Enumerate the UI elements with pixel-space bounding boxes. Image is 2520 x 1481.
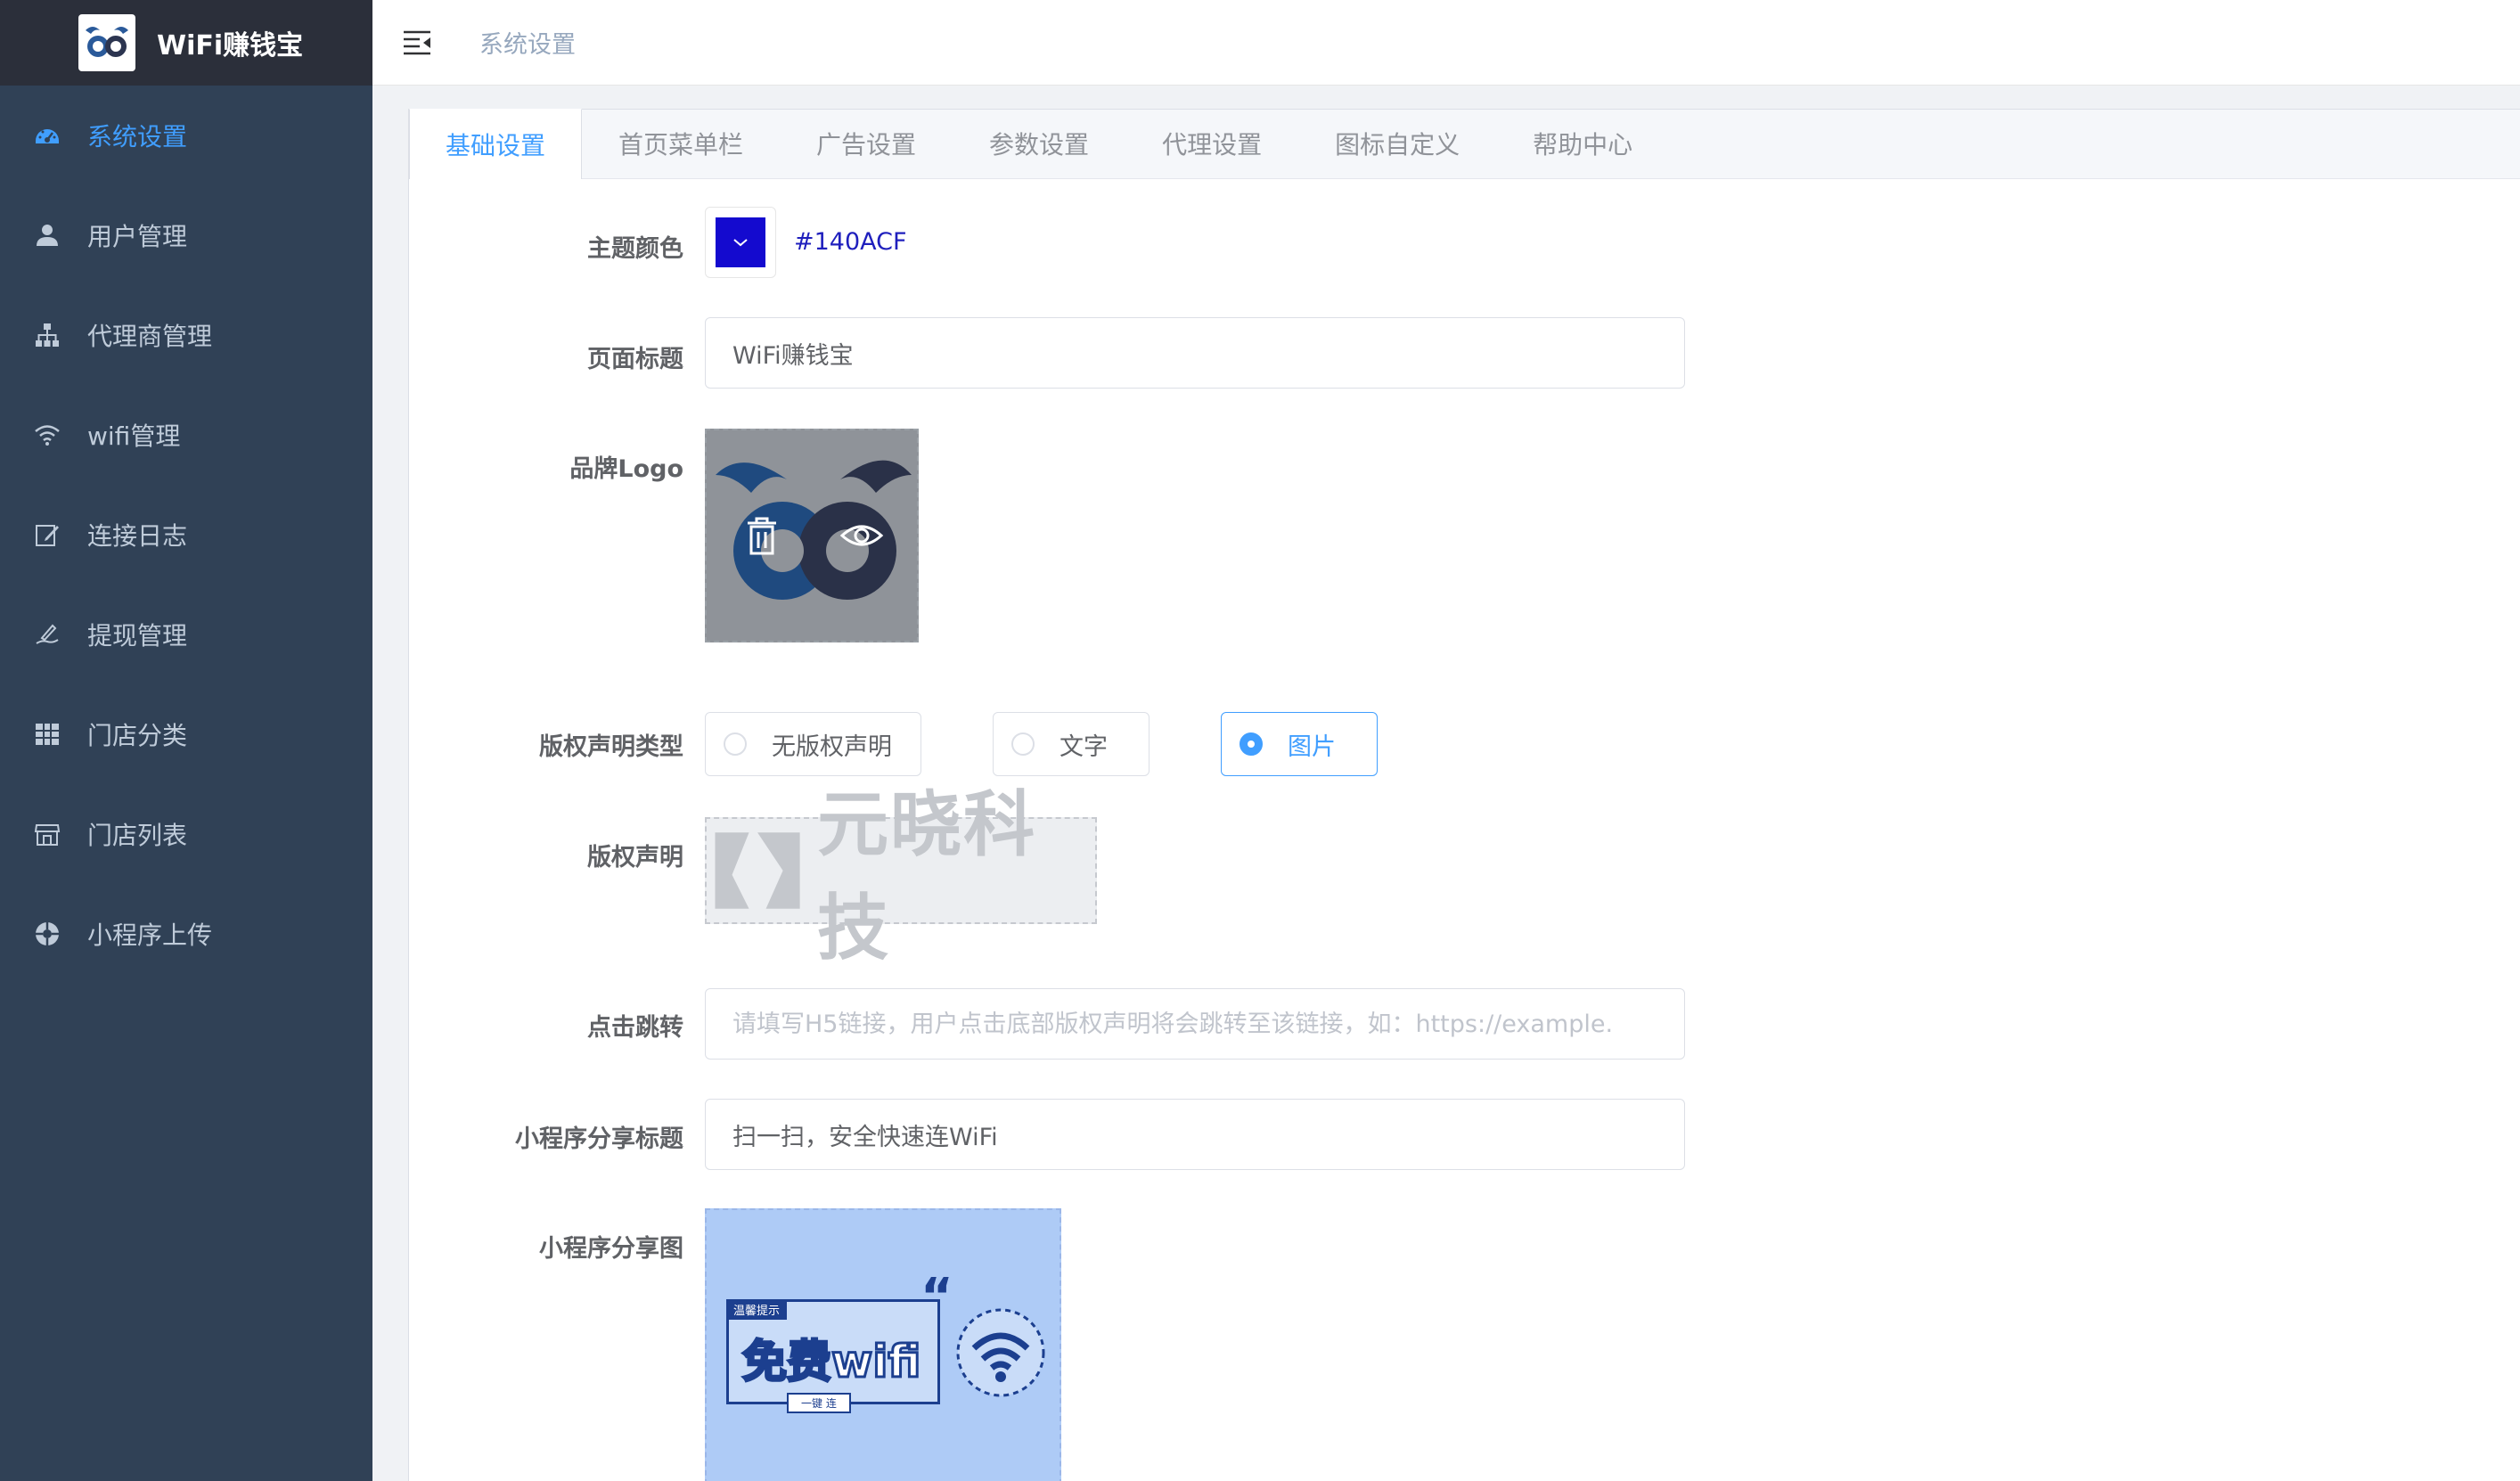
edit-log-icon xyxy=(32,520,62,550)
brand: WiFi赚钱宝 xyxy=(0,0,372,86)
org-tree-icon xyxy=(32,320,62,350)
tab-home-menu[interactable]: 首页菜单栏 xyxy=(582,108,780,178)
copyright-label: 版权声明 xyxy=(587,844,683,871)
sidebar-menu: 系统设置 用户管理 代理商管理 wifi管理 连接日志 提现管理 门店分类 门店… xyxy=(0,86,372,984)
theme-color-field: #140ACF xyxy=(705,207,907,278)
tab-help-center[interactable]: 帮助中心 xyxy=(1496,108,1669,178)
brand-title: WiFi赚钱宝 xyxy=(157,30,304,61)
tab-basic-settings[interactable]: 基础设置 xyxy=(409,109,583,179)
click-jump-label: 点击跳转 xyxy=(587,1014,683,1042)
sidebar-item-system-settings[interactable]: 系统设置 xyxy=(0,86,372,185)
sidebar-item-withdraw-management[interactable]: 提现管理 xyxy=(0,585,372,684)
share-image-sub: 一键 连 xyxy=(787,1393,851,1413)
settings-tabs: 基础设置 首页菜单栏 广告设置 参数设置 代理设置 图标自定义 帮助中心 xyxy=(409,108,2520,179)
radio-label: 无版权声明 xyxy=(772,732,892,761)
share-image-label: 小程序分享图 xyxy=(539,1235,683,1263)
upload-ring-icon xyxy=(32,919,62,949)
sidebar-item-label: 小程序上传 xyxy=(87,921,213,950)
sidebar-item-label: 提现管理 xyxy=(87,621,188,650)
share-title-input[interactable] xyxy=(705,1099,1685,1170)
sidebar-item-label: 门店分类 xyxy=(87,721,188,750)
breadcrumb: 系统设置 xyxy=(479,31,576,59)
copyright-logo-mark xyxy=(715,832,800,909)
sidebar-item-wifi-management[interactable]: wifi管理 xyxy=(0,385,372,485)
radio-dot xyxy=(1011,732,1035,756)
share-image-headline: 免费wifi xyxy=(740,1335,921,1389)
sidebar: WiFi赚钱宝 系统设置 用户管理 代理商管理 wifi管理 连接日志 提现管理… xyxy=(0,0,372,1481)
share-image-tag: 温馨提示 xyxy=(726,1299,788,1320)
sidebar-item-store-category[interactable]: 门店分类 xyxy=(0,684,372,784)
menu-fold-icon[interactable] xyxy=(401,27,433,59)
theme-color-value: #140ACF xyxy=(794,228,907,256)
sidebar-item-label: wifi管理 xyxy=(87,421,181,451)
brand-logo-upload[interactable] xyxy=(705,429,919,642)
app-root: WiFi赚钱宝 系统设置 用户管理 代理商管理 wifi管理 连接日志 提现管理… xyxy=(0,0,2520,1481)
page-title-input[interactable] xyxy=(705,317,1685,389)
grid-icon xyxy=(32,719,62,749)
radio-image[interactable]: 图片 xyxy=(1221,712,1378,776)
store-icon xyxy=(32,819,62,849)
radio-label: 图片 xyxy=(1288,732,1336,761)
copyright-type-label: 版权声明类型 xyxy=(539,733,683,761)
wifi-icon xyxy=(32,420,62,450)
wifi-badge-icon xyxy=(956,1308,1045,1397)
sidebar-item-miniprogram-upload[interactable]: 小程序上传 xyxy=(0,884,372,984)
radio-dot xyxy=(724,732,747,756)
color-swatch xyxy=(716,217,765,267)
tab-param-settings[interactable]: 参数设置 xyxy=(953,108,1125,178)
brand-logo-label: 品牌Logo xyxy=(569,455,683,483)
owl-logo-icon xyxy=(78,14,135,71)
tab-agent-settings[interactable]: 代理设置 xyxy=(1125,108,1298,178)
radio-label: 文字 xyxy=(1060,732,1108,761)
sidebar-item-label: 系统设置 xyxy=(87,122,188,151)
logo-actions xyxy=(707,430,917,641)
theme-color-label: 主题颜色 xyxy=(587,235,683,263)
sidebar-item-label: 用户管理 xyxy=(87,222,188,251)
page-title-label: 页面标题 xyxy=(587,346,683,373)
chevron-down-icon xyxy=(733,239,748,247)
user-icon xyxy=(32,220,62,250)
sidebar-item-connection-log[interactable]: 连接日志 xyxy=(0,485,372,585)
sidebar-item-store-list[interactable]: 门店列表 xyxy=(0,784,372,884)
color-picker[interactable] xyxy=(705,207,776,278)
click-jump-input[interactable] xyxy=(705,988,1685,1060)
radio-dot xyxy=(1240,732,1263,756)
top-header: 系统设置 xyxy=(372,0,2520,86)
preview-eye-icon[interactable] xyxy=(839,512,885,559)
delete-icon[interactable] xyxy=(739,512,785,559)
sidebar-item-label: 门店列表 xyxy=(87,821,188,850)
copyright-image-text: 元晓科技 xyxy=(817,783,1037,970)
sidebar-item-label: 连接日志 xyxy=(87,521,188,551)
copyright-image-upload[interactable]: 元晓科技 xyxy=(705,783,1097,970)
tab-icon-custom[interactable]: 图标自定义 xyxy=(1298,108,1496,178)
sidebar-item-label: 代理商管理 xyxy=(87,322,213,351)
sidebar-item-user-management[interactable]: 用户管理 xyxy=(0,185,372,285)
withdraw-icon xyxy=(32,619,62,650)
sidebar-item-agent-management[interactable]: 代理商管理 xyxy=(0,285,372,385)
tab-ad-settings[interactable]: 广告设置 xyxy=(780,108,953,178)
settings-card: 基础设置 首页菜单栏 广告设置 参数设置 代理设置 图标自定义 帮助中心 主题颜… xyxy=(408,109,2520,1481)
quote-mark-icon: “ xyxy=(920,1268,953,1326)
dashboard-icon xyxy=(32,120,62,151)
share-image-upload[interactable]: 温馨提示 免费wifi 一键 连 “ xyxy=(705,1208,1061,1481)
share-title-label: 小程序分享标题 xyxy=(515,1125,683,1153)
